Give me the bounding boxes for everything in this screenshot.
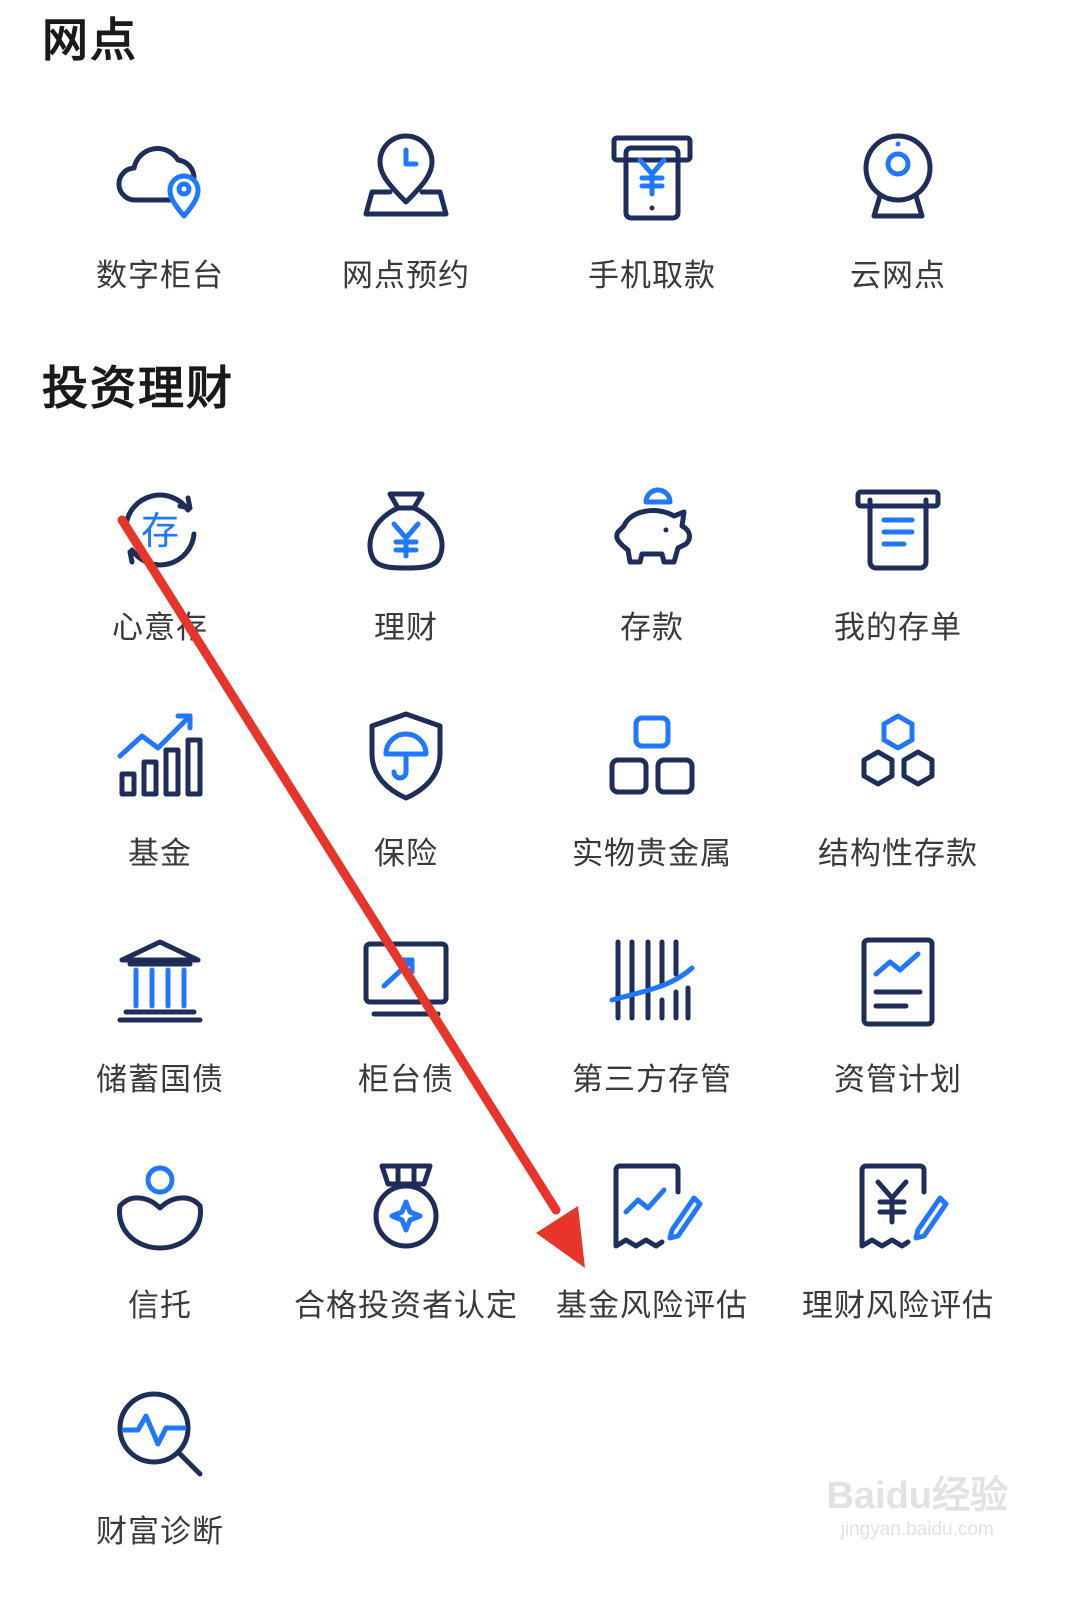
cloud-location-icon: [108, 126, 212, 230]
tile-label: 心意存: [112, 610, 208, 646]
bank-building-icon: [108, 930, 212, 1034]
tile-yen-pen[interactable]: 理财风险评估: [775, 1156, 1021, 1382]
tile-label: 结构性存款: [818, 836, 978, 872]
tile-gold-bars[interactable]: 实物贵金属: [529, 704, 775, 930]
tile-label: 合格投资者认定: [294, 1288, 518, 1324]
tile-person-hands[interactable]: 信托: [37, 1156, 283, 1382]
tile-document-chart[interactable]: 资管计划: [775, 930, 1021, 1156]
location-clock-icon: [354, 126, 458, 230]
shield-umbrella-icon: [354, 704, 458, 808]
tile-monitor-trend[interactable]: 柜台债: [283, 930, 529, 1156]
tile-webcam[interactable]: 云网点: [775, 126, 1021, 298]
tile-magnifier-pulse[interactable]: 财富诊断: [37, 1382, 283, 1608]
section-title-network: 网点: [42, 13, 138, 67]
receipt-icon: [846, 478, 950, 582]
tile-atm-cash[interactable]: 手机取款: [529, 126, 775, 298]
tile-label: 储蓄国债: [96, 1062, 224, 1098]
tile-piggy-bank[interactable]: 存款: [529, 478, 775, 704]
tile-label: 柜台债: [358, 1062, 454, 1098]
webcam-icon: [846, 126, 950, 230]
tile-label: 云网点: [850, 258, 946, 294]
tile-label: 实物贵金属: [572, 836, 732, 872]
gold-bars-icon: [600, 704, 704, 808]
growth-chart-icon: [108, 704, 212, 808]
tile-label: 基金: [128, 836, 192, 872]
tile-label: 理财: [374, 610, 438, 646]
section-title-invest: 投资理财: [42, 361, 234, 415]
chart-pen-icon: [600, 1156, 704, 1260]
baidu-watermark: Baidu经验 jingyan.baidu.com: [826, 1464, 1008, 1541]
monitor-trend-icon: [354, 930, 458, 1034]
tile-label: 网点预约: [342, 258, 470, 294]
tile-label: 财富诊断: [96, 1514, 224, 1550]
tile-label: 手机取款: [588, 258, 716, 294]
tile-label: 我的存单: [834, 610, 962, 646]
hexagons-icon: [846, 704, 950, 808]
barcode-icon: [600, 930, 704, 1034]
document-chart-icon: [846, 930, 950, 1034]
tile-chart-pen[interactable]: 基金风险评估: [529, 1156, 775, 1382]
tile-label: 第三方存管: [572, 1062, 732, 1098]
tile-label: 信托: [128, 1288, 192, 1324]
deposit-glyph: 存: [141, 509, 179, 553]
magnifier-pulse-icon: [108, 1382, 212, 1486]
invest-grid: 存心意存 理财 存款 我的存单 基金 保险 实物贵金属 结构性存款 储蓄国债 柜…: [37, 478, 1021, 1608]
tile-money-bag[interactable]: 理财: [283, 478, 529, 704]
tile-barcode[interactable]: 第三方存管: [529, 930, 775, 1156]
tile-medal[interactable]: 合格投资者认定: [283, 1156, 529, 1382]
tile-label: 基金风险评估: [556, 1288, 748, 1324]
atm-cash-icon: [600, 126, 704, 230]
tile-shield-umbrella[interactable]: 保险: [283, 704, 529, 930]
tile-label: 资管计划: [834, 1062, 962, 1098]
yen-pen-icon: [846, 1156, 950, 1260]
tile-bank-building[interactable]: 储蓄国债: [37, 930, 283, 1156]
tile-label: 数字柜台: [96, 258, 224, 294]
tile-cycle-deposit[interactable]: 存心意存: [37, 478, 283, 704]
tile-label: 保险: [374, 836, 438, 872]
tile-location-clock[interactable]: 网点预约: [283, 126, 529, 298]
tile-cloud-location[interactable]: 数字柜台: [37, 126, 283, 298]
tile-label: 存款: [620, 610, 684, 646]
watermark-sub: jingyan.baidu.com: [840, 1519, 994, 1540]
watermark-main: Baidu经验: [826, 1475, 1008, 1517]
medal-icon: [354, 1156, 458, 1260]
tile-hexagons[interactable]: 结构性存款: [775, 704, 1021, 930]
tile-receipt[interactable]: 我的存单: [775, 478, 1021, 704]
tile-growth-chart[interactable]: 基金: [37, 704, 283, 930]
money-bag-icon: [354, 478, 458, 582]
person-hands-icon: [108, 1156, 212, 1260]
cycle-deposit-icon: 存: [108, 478, 212, 582]
tile-label: 理财风险评估: [802, 1288, 994, 1324]
piggy-bank-icon: [600, 478, 704, 582]
network-grid: 数字柜台 网点预约 手机取款 云网点: [37, 126, 1021, 298]
